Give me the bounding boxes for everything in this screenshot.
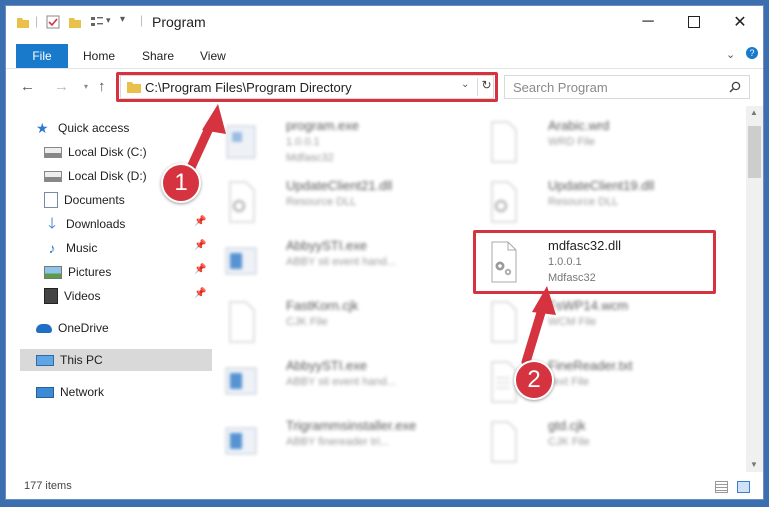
- callout-arrows: [183, 104, 556, 367]
- callout-badge-2: 2: [514, 360, 554, 400]
- file-explorer-window: | ▾ ▾ | Program ─ ✕ File Home Share View…: [6, 6, 763, 499]
- callout-badge-1: 1: [161, 163, 201, 203]
